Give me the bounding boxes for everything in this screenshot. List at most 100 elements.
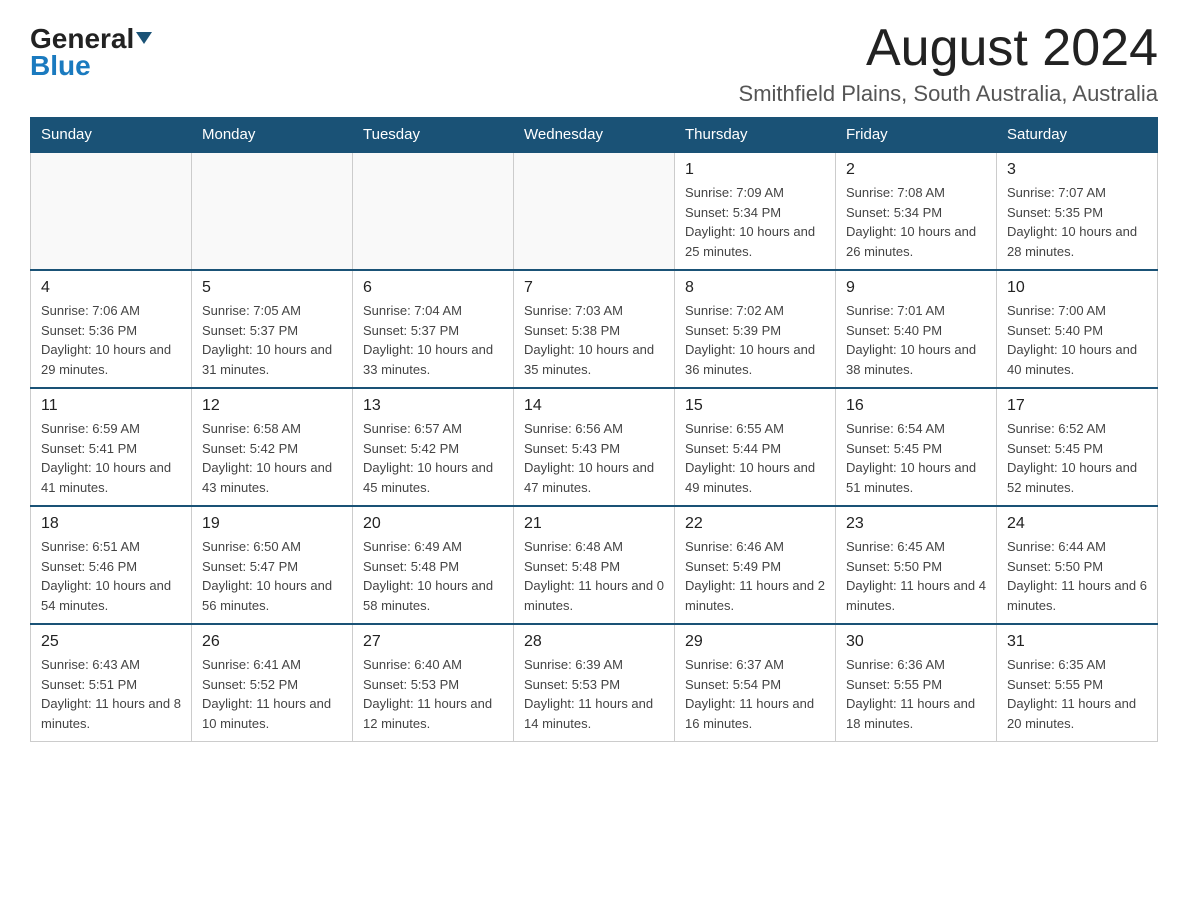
calendar-cell: 27Sunrise: 6:40 AMSunset: 5:53 PMDayligh… [353, 624, 514, 742]
calendar-cell: 24 Sunrise: 6:44 AMSunset: 5:50 PMDayligh… [997, 506, 1158, 624]
day-info: Sunrise: 6:52 AMSunset: 5:45 PMDaylight:… [1007, 419, 1147, 497]
calendar-cell: 5Sunrise: 7:05 AMSunset: 5:37 PMDaylight… [192, 270, 353, 388]
day-info: Sunrise: 6:37 AMSunset: 5:54 PMDaylight:… [685, 655, 825, 733]
day-number: 26 [202, 633, 342, 651]
calendar-cell: 23 Sunrise: 6:45 AMSunset: 5:50 PMDayligh… [836, 506, 997, 624]
day-info: Sunrise: 6:45 AMSunset: 5:50 PMDaylight:… [846, 537, 986, 615]
calendar-cell: 21 Sunrise: 6:48 AMSunset: 5:48 PMDayligh… [514, 506, 675, 624]
day-number: 22 [685, 515, 825, 533]
day-info: Sunrise: 7:02 AMSunset: 5:39 PMDaylight:… [685, 301, 825, 379]
calendar-table: SundayMondayTuesdayWednesdayThursdayFrid… [30, 117, 1158, 742]
calendar-cell: 16Sunrise: 6:54 AMSunset: 5:45 PMDayligh… [836, 388, 997, 506]
day-info: Sunrise: 7:08 AMSunset: 5:34 PMDaylight:… [846, 183, 986, 261]
day-info: Sunrise: 6:44 AMSunset: 5:50 PMDaylight:… [1007, 537, 1147, 615]
day-info: Sunrise: 7:00 AMSunset: 5:40 PMDaylight:… [1007, 301, 1147, 379]
calendar-cell: 22 Sunrise: 6:46 AMSunset: 5:49 PMDayligh… [675, 506, 836, 624]
day-number: 2 [846, 161, 986, 179]
calendar-cell: 11 Sunrise: 6:59 AMSunset: 5:41 PMDayligh… [31, 388, 192, 506]
day-info: Sunrise: 6:49 AMSunset: 5:48 PMDaylight:… [363, 537, 503, 615]
calendar-cell: 17 Sunrise: 6:52 AMSunset: 5:45 PMDayligh… [997, 388, 1158, 506]
calendar-cell [192, 152, 353, 270]
day-number: 19 [202, 515, 342, 533]
day-number: 17 [1007, 397, 1147, 415]
day-info: Sunrise: 6:41 AMSunset: 5:52 PMDaylight:… [202, 655, 342, 733]
day-number: 14 [524, 397, 664, 415]
calendar-cell [514, 152, 675, 270]
day-info: Sunrise: 6:46 AMSunset: 5:49 PMDaylight:… [685, 537, 825, 615]
day-number: 5 [202, 279, 342, 297]
day-info: Sunrise: 7:07 AMSunset: 5:35 PMDaylight:… [1007, 183, 1147, 261]
day-number: 7 [524, 279, 664, 297]
day-number: 12 [202, 397, 342, 415]
day-number: 25 [41, 633, 181, 651]
calendar-cell: 28Sunrise: 6:39 AMSunset: 5:53 PMDayligh… [514, 624, 675, 742]
weekday-header-tuesday: Tuesday [353, 118, 514, 153]
day-info: Sunrise: 6:39 AMSunset: 5:53 PMDaylight:… [524, 655, 664, 733]
day-number: 11 [41, 397, 181, 415]
calendar-cell: 20 Sunrise: 6:49 AMSunset: 5:48 PMDayligh… [353, 506, 514, 624]
day-number: 6 [363, 279, 503, 297]
calendar-cell: 10 Sunrise: 7:00 AMSunset: 5:40 PMDayligh… [997, 270, 1158, 388]
calendar-cell: 29Sunrise: 6:37 AMSunset: 5:54 PMDayligh… [675, 624, 836, 742]
logo-arrow-icon [136, 32, 152, 44]
calendar-cell: 9 Sunrise: 7:01 AMSunset: 5:40 PMDaylight… [836, 270, 997, 388]
day-number: 13 [363, 397, 503, 415]
day-info: Sunrise: 6:48 AMSunset: 5:48 PMDaylight:… [524, 537, 664, 615]
week-row-2: 4 Sunrise: 7:06 AMSunset: 5:36 PMDaylight… [31, 270, 1158, 388]
calendar-cell: 13 Sunrise: 6:57 AMSunset: 5:42 PMDayligh… [353, 388, 514, 506]
weekday-header-sunday: Sunday [31, 118, 192, 153]
calendar-cell [31, 152, 192, 270]
day-info: Sunrise: 7:09 AMSunset: 5:34 PMDaylight:… [685, 183, 825, 261]
day-info: Sunrise: 7:01 AMSunset: 5:40 PMDaylight:… [846, 301, 986, 379]
calendar-cell: 7 Sunrise: 7:03 AMSunset: 5:38 PMDaylight… [514, 270, 675, 388]
calendar-cell: 30Sunrise: 6:36 AMSunset: 5:55 PMDayligh… [836, 624, 997, 742]
day-number: 18 [41, 515, 181, 533]
day-number: 23 [846, 515, 986, 533]
calendar-cell: 25 Sunrise: 6:43 AMSunset: 5:51 PMDayligh… [31, 624, 192, 742]
calendar-cell: 2 Sunrise: 7:08 AMSunset: 5:34 PMDaylight… [836, 152, 997, 270]
day-info: Sunrise: 6:59 AMSunset: 5:41 PMDaylight:… [41, 419, 181, 497]
calendar-cell: 31Sunrise: 6:35 AMSunset: 5:55 PMDayligh… [997, 624, 1158, 742]
day-info: Sunrise: 6:56 AMSunset: 5:43 PMDaylight:… [524, 419, 664, 497]
calendar-cell: 4 Sunrise: 7:06 AMSunset: 5:36 PMDaylight… [31, 270, 192, 388]
day-number: 21 [524, 515, 664, 533]
day-info: Sunrise: 6:43 AMSunset: 5:51 PMDaylight:… [41, 655, 181, 733]
day-number: 9 [846, 279, 986, 297]
week-row-5: 25 Sunrise: 6:43 AMSunset: 5:51 PMDayligh… [31, 624, 1158, 742]
weekday-header-friday: Friday [836, 118, 997, 153]
day-number: 15 [685, 397, 825, 415]
day-number: 10 [1007, 279, 1147, 297]
week-row-4: 18 Sunrise: 6:51 AMSunset: 5:46 PMDayligh… [31, 506, 1158, 624]
day-info: Sunrise: 7:06 AMSunset: 5:36 PMDaylight:… [41, 301, 181, 379]
day-info: Sunrise: 6:50 AMSunset: 5:47 PMDaylight:… [202, 537, 342, 615]
calendar-cell: 26 Sunrise: 6:41 AMSunset: 5:52 PMDayligh… [192, 624, 353, 742]
week-row-1: 1 Sunrise: 7:09 AMSunset: 5:34 PMDaylight… [31, 152, 1158, 270]
day-info: Sunrise: 6:35 AMSunset: 5:55 PMDaylight:… [1007, 655, 1147, 733]
location-title: Smithfield Plains, South Australia, Aust… [739, 81, 1158, 107]
weekday-header-row: SundayMondayTuesdayWednesdayThursdayFrid… [31, 118, 1158, 153]
day-number: 16 [846, 397, 986, 415]
calendar-cell [353, 152, 514, 270]
logo: General Blue [30, 20, 152, 80]
week-row-3: 11 Sunrise: 6:59 AMSunset: 5:41 PMDayligh… [31, 388, 1158, 506]
weekday-header-thursday: Thursday [675, 118, 836, 153]
day-info: Sunrise: 6:55 AMSunset: 5:44 PMDaylight:… [685, 419, 825, 497]
day-number: 3 [1007, 161, 1147, 179]
day-number: 8 [685, 279, 825, 297]
calendar-cell: 1 Sunrise: 7:09 AMSunset: 5:34 PMDaylight… [675, 152, 836, 270]
day-info: Sunrise: 6:51 AMSunset: 5:46 PMDaylight:… [41, 537, 181, 615]
day-number: 4 [41, 279, 181, 297]
calendar-cell: 19 Sunrise: 6:50 AMSunset: 5:47 PMDayligh… [192, 506, 353, 624]
day-info: Sunrise: 7:03 AMSunset: 5:38 PMDaylight:… [524, 301, 664, 379]
day-number: 1 [685, 161, 825, 179]
calendar-cell: 14 Sunrise: 6:56 AMSunset: 5:43 PMDayligh… [514, 388, 675, 506]
calendar-cell: 8 Sunrise: 7:02 AMSunset: 5:39 PMDaylight… [675, 270, 836, 388]
month-title: August 2024 [739, 20, 1158, 77]
calendar-cell: 6Sunrise: 7:04 AMSunset: 5:37 PMDaylight… [353, 270, 514, 388]
calendar-cell: 18 Sunrise: 6:51 AMSunset: 5:46 PMDayligh… [31, 506, 192, 624]
day-info: Sunrise: 6:57 AMSunset: 5:42 PMDaylight:… [363, 419, 503, 497]
day-number: 24 [1007, 515, 1147, 533]
day-info: Sunrise: 6:58 AMSunset: 5:42 PMDaylight:… [202, 419, 342, 497]
day-number: 20 [363, 515, 503, 533]
day-number: 30 [846, 633, 986, 651]
